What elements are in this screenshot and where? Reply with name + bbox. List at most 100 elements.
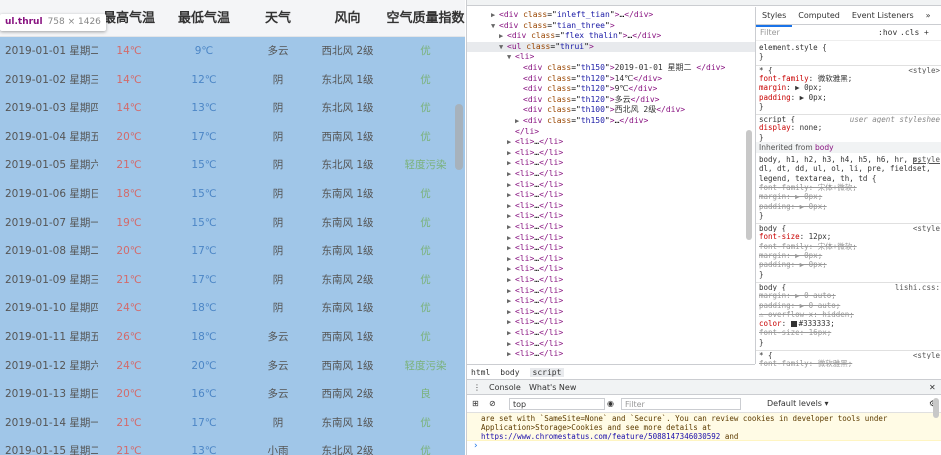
selected-node[interactable]: ▼ <ul class="thrui"> xyxy=(467,41,755,53)
styles-tab[interactable]: Styles xyxy=(756,7,793,27)
page-scrollbar[interactable] xyxy=(455,104,463,170)
dom-node[interactable]: ▶ <li>…</li> xyxy=(467,264,755,275)
add-rule-button[interactable]: + xyxy=(924,25,929,41)
breadcrumb-item[interactable]: html xyxy=(471,368,490,377)
dom-node[interactable]: ▶ <li>…</li> xyxy=(467,180,755,191)
console-filter-input[interactable]: Filter xyxy=(621,398,741,410)
styles-tab[interactable]: » xyxy=(920,7,937,25)
dom-node[interactable]: ▶ <li>…</li> xyxy=(467,148,755,159)
style-rule-line[interactable]: } xyxy=(756,102,941,111)
log-levels-select[interactable]: Default levels ▾ xyxy=(767,395,829,413)
dom-node[interactable]: ▶ <div class="th150">…</div> xyxy=(467,116,755,127)
tab-whats-new[interactable]: What's New xyxy=(529,380,576,395)
dom-node[interactable]: <div class="th150">2019-01-01 星期二 </div> xyxy=(467,63,755,74)
context-select[interactable]: top xyxy=(509,398,605,410)
hov-button[interactable]: :hov xyxy=(878,25,897,41)
dom-node[interactable]: <div class="th120">9℃</div> xyxy=(467,84,755,95)
style-rule-line[interactable]: } xyxy=(756,338,941,347)
style-rule-line[interactable]: font-family: 宋体+微软; xyxy=(756,242,941,251)
style-rule-line[interactable]: color: #333333; xyxy=(756,319,941,328)
style-rule-line[interactable]: legend, textarea, th, td { xyxy=(756,174,941,183)
cell-aq: 优 xyxy=(420,102,431,115)
style-rule-line[interactable]: margin: ▶ 0 auto; xyxy=(756,291,941,300)
dom-node[interactable]: ▶ <li>…</li> xyxy=(467,211,755,222)
dom-node[interactable]: ▶ <li>…</li> xyxy=(467,254,755,265)
styles-tab[interactable]: Event Listeners xyxy=(846,7,920,25)
dom-node[interactable]: <div class="th120">14℃</div> xyxy=(467,74,755,85)
cell-date: 2019-01-02 星期三 xyxy=(5,73,98,86)
dom-node[interactable]: ▶ <li>…</li> xyxy=(467,286,755,297)
style-rule-line[interactable]: } xyxy=(756,211,941,220)
dom-node[interactable]: ▶ <li>…</li> xyxy=(467,190,755,201)
style-rule-line[interactable]: padding: ▶ 0px; xyxy=(756,260,941,269)
dom-node[interactable]: ▼ <li> xyxy=(467,52,755,63)
dom-node[interactable]: ▶ <div class="inleft_tian">…</div> xyxy=(467,10,755,21)
dom-node[interactable]: ▶ <li>…</li> xyxy=(467,222,755,233)
styles-filter-input[interactable]: Filter xyxy=(760,25,780,41)
style-rule-line[interactable]: } xyxy=(756,270,941,279)
dom-node[interactable]: ▶ <li>…</li> xyxy=(467,233,755,244)
style-rule-line[interactable]: Inherited from body xyxy=(756,142,941,153)
sidebar-toggle-icon[interactable]: ⊞ xyxy=(472,395,479,413)
dom-node[interactable]: ▶ <li>…</li> xyxy=(467,328,755,339)
cls-button[interactable]: .cls xyxy=(900,25,919,41)
dom-node[interactable]: <div class="th100">西北风 2级</div> xyxy=(467,105,755,116)
styles-tab[interactable]: Computed xyxy=(792,7,846,25)
style-rule-line[interactable]: padding: ▶ 0 auto; xyxy=(756,301,941,310)
style-rule-line[interactable]: body {lishi.css: xyxy=(756,281,941,291)
close-drawer-icon[interactable]: ✕ xyxy=(929,380,936,395)
style-rule-line[interactable]: margin: ▶ 0px; xyxy=(756,192,941,201)
style-rule-line[interactable]: body, h1, h2, h3, h4, h5, h6, hr, p, <sty… xyxy=(756,155,941,164)
dom-node[interactable]: ▶ <li>…</li> xyxy=(467,169,755,180)
style-rule-line[interactable]: ⚠ overflow-x: hidden; xyxy=(756,310,941,319)
cell-lo: 15℃ xyxy=(191,188,217,200)
breadcrumb-item[interactable]: script xyxy=(529,368,565,377)
style-rule-line[interactable]: } xyxy=(756,52,941,61)
style-rule-line[interactable]: padding: ▶ 0px; xyxy=(756,93,941,102)
eye-icon[interactable]: ◉ xyxy=(607,395,614,413)
clear-console-icon[interactable]: ⊘ xyxy=(489,395,496,413)
dom-node[interactable]: ▶ <li>…</li> xyxy=(467,296,755,307)
drawer-menu-icon[interactable]: ⋮ xyxy=(473,380,481,395)
dom-node[interactable]: ▶ <li>…</li> xyxy=(467,349,755,360)
dom-node[interactable]: ▶ <li>…</li> xyxy=(467,307,755,318)
style-rule-line[interactable]: * {<style xyxy=(756,350,941,359)
style-rule-line[interactable]: font-size: 12px; xyxy=(756,232,941,241)
dom-node[interactable]: ▼ <div class="tian_three"> xyxy=(467,21,755,32)
elements-tree[interactable]: ▶ <div class="inleft_tian">…</div> ▼ <div c… xyxy=(467,7,755,364)
dom-node[interactable]: ▶ <li>…</li> xyxy=(467,339,755,350)
dom-node[interactable]: ▶ <li>…</li> xyxy=(467,243,755,254)
console-prompt[interactable]: › xyxy=(473,441,478,451)
dom-node[interactable]: ▶ <li>…</li> xyxy=(467,317,755,328)
dom-node[interactable]: ▶ <li>…</li> xyxy=(467,275,755,286)
style-rule-line[interactable]: font-size: 16px; xyxy=(756,328,941,337)
style-rule-line[interactable]: margin: ▶ 0px; xyxy=(756,251,941,260)
style-rule-line[interactable]: font-family: 微软雅黑; xyxy=(756,359,941,368)
style-rule-line[interactable]: } xyxy=(756,133,941,142)
style-rule-line[interactable]: * {<style> xyxy=(756,64,941,74)
style-rule-line[interactable]: margin: ▶ 0px; xyxy=(756,83,941,92)
style-rule-line[interactable]: font-family: 微软雅黑; xyxy=(756,74,941,83)
style-rule-line[interactable]: body {<style xyxy=(756,223,941,232)
style-rule-line[interactable]: padding: ▶ 0px; xyxy=(756,202,941,211)
dom-node[interactable]: </li> xyxy=(467,127,755,138)
cell-lo: 12℃ xyxy=(191,73,217,86)
dom-node[interactable]: ▶ <div class="flex thalin">…</div> xyxy=(467,31,755,42)
style-rule-line[interactable]: dl, dt, dd, ul, ol, li, pre, fieldset, xyxy=(756,164,941,173)
dom-node[interactable]: ▶ <li>…</li> xyxy=(467,158,755,169)
tab-console[interactable]: Console xyxy=(489,380,521,395)
table-row: 2019-01-14 星期一 21℃ 17℃ 阴 东南风 1级 优 xyxy=(0,409,465,438)
elements-scrollbar[interactable] xyxy=(746,130,752,240)
style-rule-line[interactable]: display: none; xyxy=(756,123,941,132)
dom-node[interactable]: <div class="th120">多云</div> xyxy=(467,95,755,106)
table-row: 2019-01-08 星期二 20℃ 17℃ 阴 东南风 1级 优 xyxy=(0,237,465,266)
style-rule-line[interactable]: font-family: 宋体+微软; xyxy=(756,183,941,192)
cell-wx: 阴 xyxy=(272,159,284,172)
console-scrollbar[interactable] xyxy=(933,398,939,418)
style-rule-line[interactable]: script {user agent styleshee xyxy=(756,114,941,123)
style-rule-line[interactable]: element.style { xyxy=(756,43,941,52)
dom-node[interactable]: ▶ <li>…</li> xyxy=(467,137,755,148)
breadcrumb-item[interactable]: body xyxy=(500,368,519,377)
dom-node[interactable]: ▶ <li>…</li> xyxy=(467,201,755,212)
cell-date: 2019-01-01 星期二 xyxy=(5,45,98,57)
